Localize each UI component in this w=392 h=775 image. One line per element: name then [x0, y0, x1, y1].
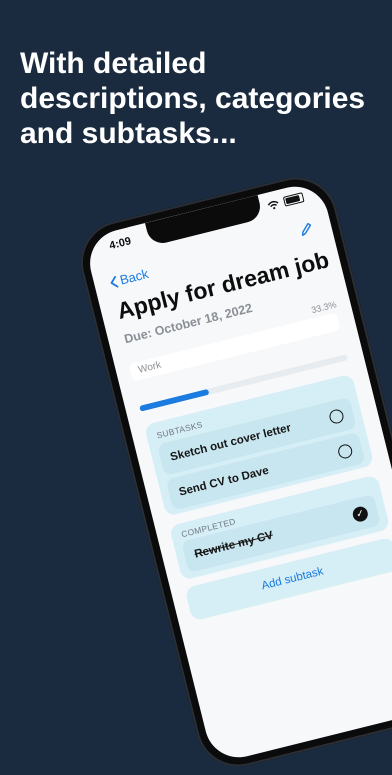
- status-icons: [266, 192, 305, 211]
- chevron-left-icon: [110, 275, 119, 288]
- checkbox-empty-icon[interactable]: [336, 442, 354, 460]
- subtask-label: Send CV to Dave: [177, 464, 271, 499]
- status-time: 4:09: [108, 235, 133, 253]
- phone-screen: 4:09 Back Apply for dream job Due: Octob…: [82, 179, 392, 765]
- headline-line-3: and subtasks...: [20, 117, 237, 150]
- pencil-icon[interactable]: [298, 221, 315, 238]
- phone-notch: [145, 195, 264, 247]
- headline-line-1: With detailed: [20, 47, 207, 80]
- back-button[interactable]: Back: [109, 266, 150, 290]
- headline-line-2: descriptions, categories: [20, 82, 366, 115]
- back-label: Back: [118, 266, 150, 288]
- checkmark-icon[interactable]: ✓: [351, 504, 370, 523]
- category-label: Work: [137, 359, 163, 376]
- progress-fill: [139, 388, 210, 412]
- wifi-icon: [267, 200, 279, 209]
- checkbox-empty-icon[interactable]: [328, 408, 345, 425]
- phone-mockup: 4:09 Back Apply for dream job Due: Octob…: [72, 168, 392, 775]
- battery-icon: [282, 192, 305, 207]
- completed-label: Rewrite my CV: [193, 529, 275, 561]
- headline: With detailed descriptions, categories a…: [20, 46, 380, 151]
